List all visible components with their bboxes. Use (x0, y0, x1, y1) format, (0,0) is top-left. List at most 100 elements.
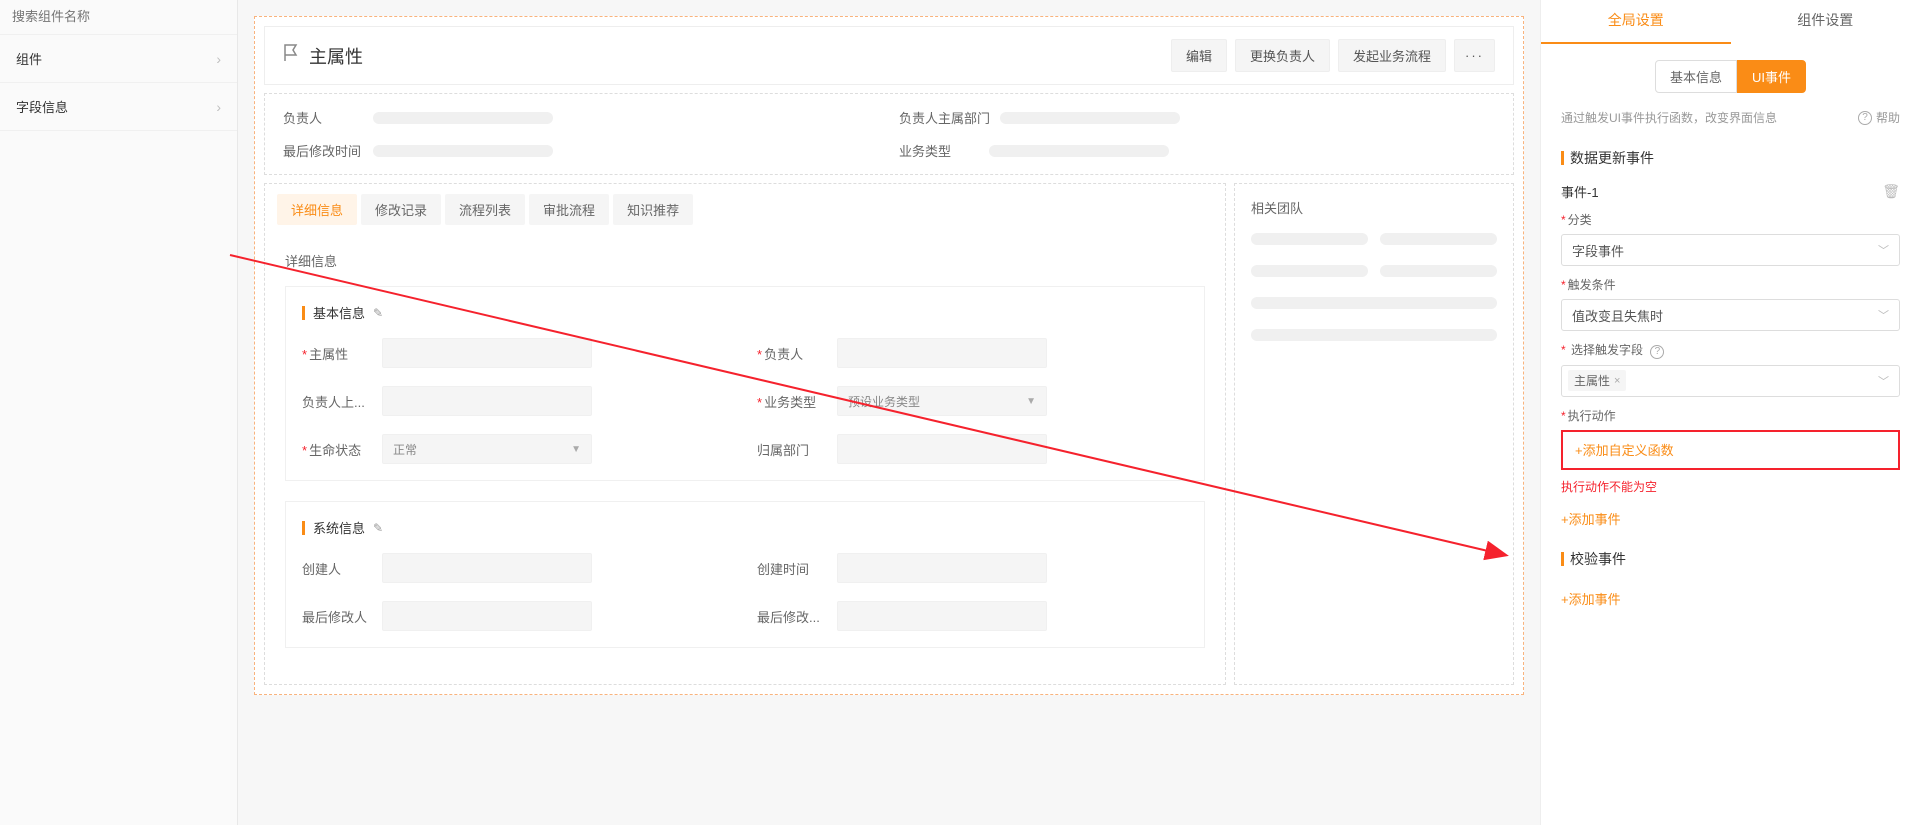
question-icon: ? (1858, 111, 1872, 125)
related-team-card: 相关团队 (1234, 183, 1514, 685)
chevron-down-icon: ▼ (1026, 396, 1036, 407)
chevron-down-icon: ﹀ (1878, 373, 1889, 389)
error-message: 执行动作不能为空 (1561, 478, 1900, 495)
card-title: 相关团队 (1251, 198, 1497, 217)
chevron-right-icon: › (216, 99, 221, 115)
placeholder-bar (1380, 265, 1497, 277)
flag-icon (283, 44, 299, 67)
main-attr-input[interactable] (382, 338, 592, 368)
field-dept: 归属部门 (757, 434, 1188, 464)
form-label: 最后修改人 (302, 607, 374, 626)
form-label: 负责人 (757, 344, 829, 363)
header-actions: 编辑 更换负责人 发起业务流程 ··· (1171, 39, 1495, 72)
chevron-down-icon: ▼ (571, 444, 581, 455)
tag-text: 主属性 (1574, 372, 1610, 389)
section-basic: 基本信息 ✎ 主属性 负责人 (285, 286, 1205, 481)
section-header: 系统信息 ✎ (302, 518, 1188, 537)
info-strip: 负责人 负责人主属部门 最后修改时间 业务类型 (264, 93, 1514, 175)
info-owner: 负责人 (283, 108, 879, 127)
segment-ui-event[interactable]: UI事件 (1737, 60, 1806, 93)
field-last-modify: 最后修改... (757, 601, 1188, 631)
create-time-input[interactable] (837, 553, 1047, 583)
event-header: 事件-1 🗑 (1561, 182, 1900, 201)
field-owner: 负责人 (757, 338, 1188, 368)
content-row: 详细信息 修改记录 流程列表 审批流程 知识推荐 详细信息 基本信息 ✎ (264, 183, 1514, 685)
trash-icon[interactable]: 🗑 (1882, 183, 1900, 200)
biz-type-select[interactable]: 预设业务类型 ▼ (837, 386, 1047, 416)
tab-knowledge[interactable]: 知识推荐 (613, 194, 693, 225)
placeholder-bar (1251, 265, 1368, 277)
tab-approval[interactable]: 审批流程 (529, 194, 609, 225)
placeholder-bar (1251, 297, 1497, 309)
tabs-body: 详细信息 基本信息 ✎ 主属性 (265, 225, 1225, 684)
tab-history[interactable]: 修改记录 (361, 194, 441, 225)
search-input[interactable] (12, 9, 225, 24)
section-bar-icon (302, 521, 305, 535)
creator-input[interactable] (382, 553, 592, 583)
last-modify-input[interactable] (837, 601, 1047, 631)
info-label: 最后修改时间 (283, 141, 363, 160)
help-link[interactable]: ? 帮助 (1854, 109, 1900, 126)
start-flow-button[interactable]: 发起业务流程 (1338, 39, 1446, 72)
nav-item-field-info[interactable]: 字段信息 › (0, 83, 237, 131)
field-biz-type: 业务类型 预设业务类型 ▼ (757, 386, 1188, 416)
form-label: 最后修改... (757, 607, 829, 626)
form-label: 创建人 (302, 559, 374, 578)
category-select[interactable]: 字段事件 ﹀ (1561, 234, 1900, 266)
canvas-wrapper: 主属性 编辑 更换负责人 发起业务流程 ··· 负责人 负责人主属部门 (254, 16, 1524, 695)
placeholder-bar (1251, 233, 1368, 245)
form-grid: 主属性 负责人 负责人上... (302, 338, 1188, 464)
trigger-label: 触发条件 (1561, 276, 1900, 293)
owner-input[interactable] (837, 338, 1047, 368)
pencil-icon[interactable]: ✎ (373, 521, 383, 535)
dept-input[interactable] (837, 434, 1047, 464)
info-label: 业务类型 (899, 141, 979, 160)
add-custom-function-button[interactable]: +添加自定义函数 (1561, 430, 1900, 470)
tabs-card: 详细信息 修改记录 流程列表 审批流程 知识推荐 详细信息 基本信息 ✎ (264, 183, 1226, 685)
change-owner-button[interactable]: 更换负责人 (1235, 39, 1330, 72)
pencil-icon[interactable]: ✎ (373, 306, 383, 320)
close-icon[interactable]: × (1614, 375, 1620, 387)
placeholder-row (1251, 233, 1497, 245)
exec-action-label: 执行动作 (1561, 407, 1900, 424)
question-icon[interactable]: ? (1650, 345, 1664, 359)
info-label: 负责人主属部门 (899, 108, 990, 127)
trigger-select[interactable]: 值改变且失焦时 ﹀ (1561, 299, 1900, 331)
section-bar-icon (1561, 552, 1564, 566)
chevron-right-icon: › (216, 51, 221, 67)
label-text: 选择触发字段 (1571, 343, 1643, 357)
select-value: 正常 (393, 441, 417, 458)
placeholder-bar (1000, 112, 1180, 124)
chevron-down-icon: ﹀ (1878, 242, 1889, 258)
segment-basic[interactable]: 基本信息 (1655, 60, 1737, 93)
left-sidebar: 组件 › 字段信息 › (0, 0, 238, 825)
more-button[interactable]: ··· (1454, 39, 1495, 72)
life-status-select[interactable]: 正常 ▼ (382, 434, 592, 464)
field-creator: 创建人 (302, 553, 733, 583)
last-modifier-input[interactable] (382, 601, 592, 631)
nav-item-components[interactable]: 组件 › (0, 35, 237, 83)
section-header: 基本信息 ✎ (302, 303, 1188, 322)
placeholder-bar (1251, 329, 1497, 341)
edit-button[interactable]: 编辑 (1171, 39, 1227, 72)
section-bar-icon (302, 306, 305, 320)
section-title: 系统信息 (313, 518, 365, 537)
main-canvas: 主属性 编辑 更换负责人 发起业务流程 ··· 负责人 负责人主属部门 (238, 0, 1540, 825)
select-value: 值改变且失焦时 (1572, 306, 1663, 325)
info-owner-dept: 负责人主属部门 (899, 108, 1495, 127)
add-event-button[interactable]: +添加事件 (1561, 589, 1621, 608)
segment-row: 基本信息 UI事件 (1541, 44, 1920, 109)
field-life-status: 生命状态 正常 ▼ (302, 434, 733, 464)
trigger-field-select[interactable]: 主属性 × ﹀ (1561, 365, 1900, 397)
add-event-button[interactable]: +添加事件 (1561, 509, 1621, 528)
placeholder-bar (373, 112, 553, 124)
section-title: 校验事件 (1570, 549, 1626, 569)
owner-sup-input[interactable] (382, 386, 592, 416)
tab-detail[interactable]: 详细信息 (277, 194, 357, 225)
tab-component-settings[interactable]: 组件设置 (1731, 0, 1920, 44)
form-label: 归属部门 (757, 440, 829, 459)
tab-global-settings[interactable]: 全局设置 (1541, 0, 1731, 44)
section-title: 基本信息 (313, 303, 365, 322)
form-label: 业务类型 (757, 392, 829, 411)
tab-flow-list[interactable]: 流程列表 (445, 194, 525, 225)
